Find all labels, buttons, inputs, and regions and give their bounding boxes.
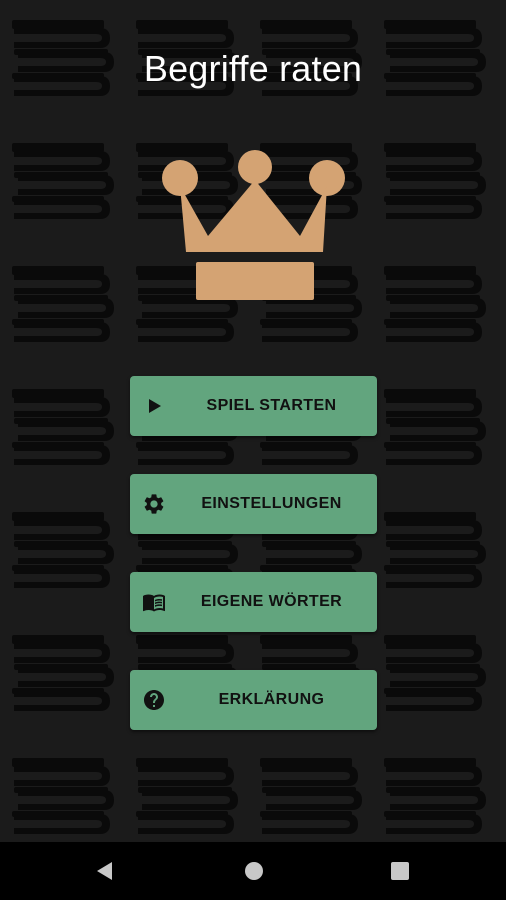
back-triangle-icon[interactable] (93, 859, 117, 883)
books-icon (260, 758, 362, 834)
crown-icon (162, 150, 345, 300)
help-icon (144, 690, 164, 710)
app-title: Begriffe raten (143, 48, 363, 89)
books-icon (12, 512, 114, 588)
gear-icon (144, 494, 164, 514)
books-icon (384, 512, 486, 588)
book-icon (143, 594, 165, 612)
books-icon (384, 143, 486, 219)
books-icon (12, 635, 114, 711)
recent-square-icon[interactable] (388, 859, 412, 883)
books-icon (384, 635, 486, 711)
own-words-label: EIGENE WÖRTER (200, 593, 343, 610)
home-circle-icon[interactable] (242, 859, 266, 883)
books-icon (12, 266, 114, 342)
own-words-button[interactable]: EIGENE WÖRTER (130, 572, 377, 632)
books-icon (136, 758, 238, 834)
books-icon (12, 143, 114, 219)
settings-button[interactable]: EINSTELLUNGEN (130, 474, 377, 534)
books-icon (384, 389, 486, 465)
books-icon (384, 758, 486, 834)
explanation-label: ERKLÄRUNG (218, 691, 325, 708)
books-icon (12, 758, 114, 834)
books-icon (384, 266, 486, 342)
settings-label: EINSTELLUNGEN (201, 495, 342, 512)
main-screen: Begriffe raten SPIEL STARTEN EINSTELLUNG… (0, 0, 506, 842)
books-icon (12, 389, 114, 465)
system-navigation-bar (0, 842, 506, 900)
explanation-button[interactable]: ERKLÄRUNG (130, 670, 377, 730)
start-game-button[interactable]: SPIEL STARTEN (130, 376, 377, 436)
start-game-label: SPIEL STARTEN (206, 397, 337, 414)
play-icon (149, 399, 161, 413)
